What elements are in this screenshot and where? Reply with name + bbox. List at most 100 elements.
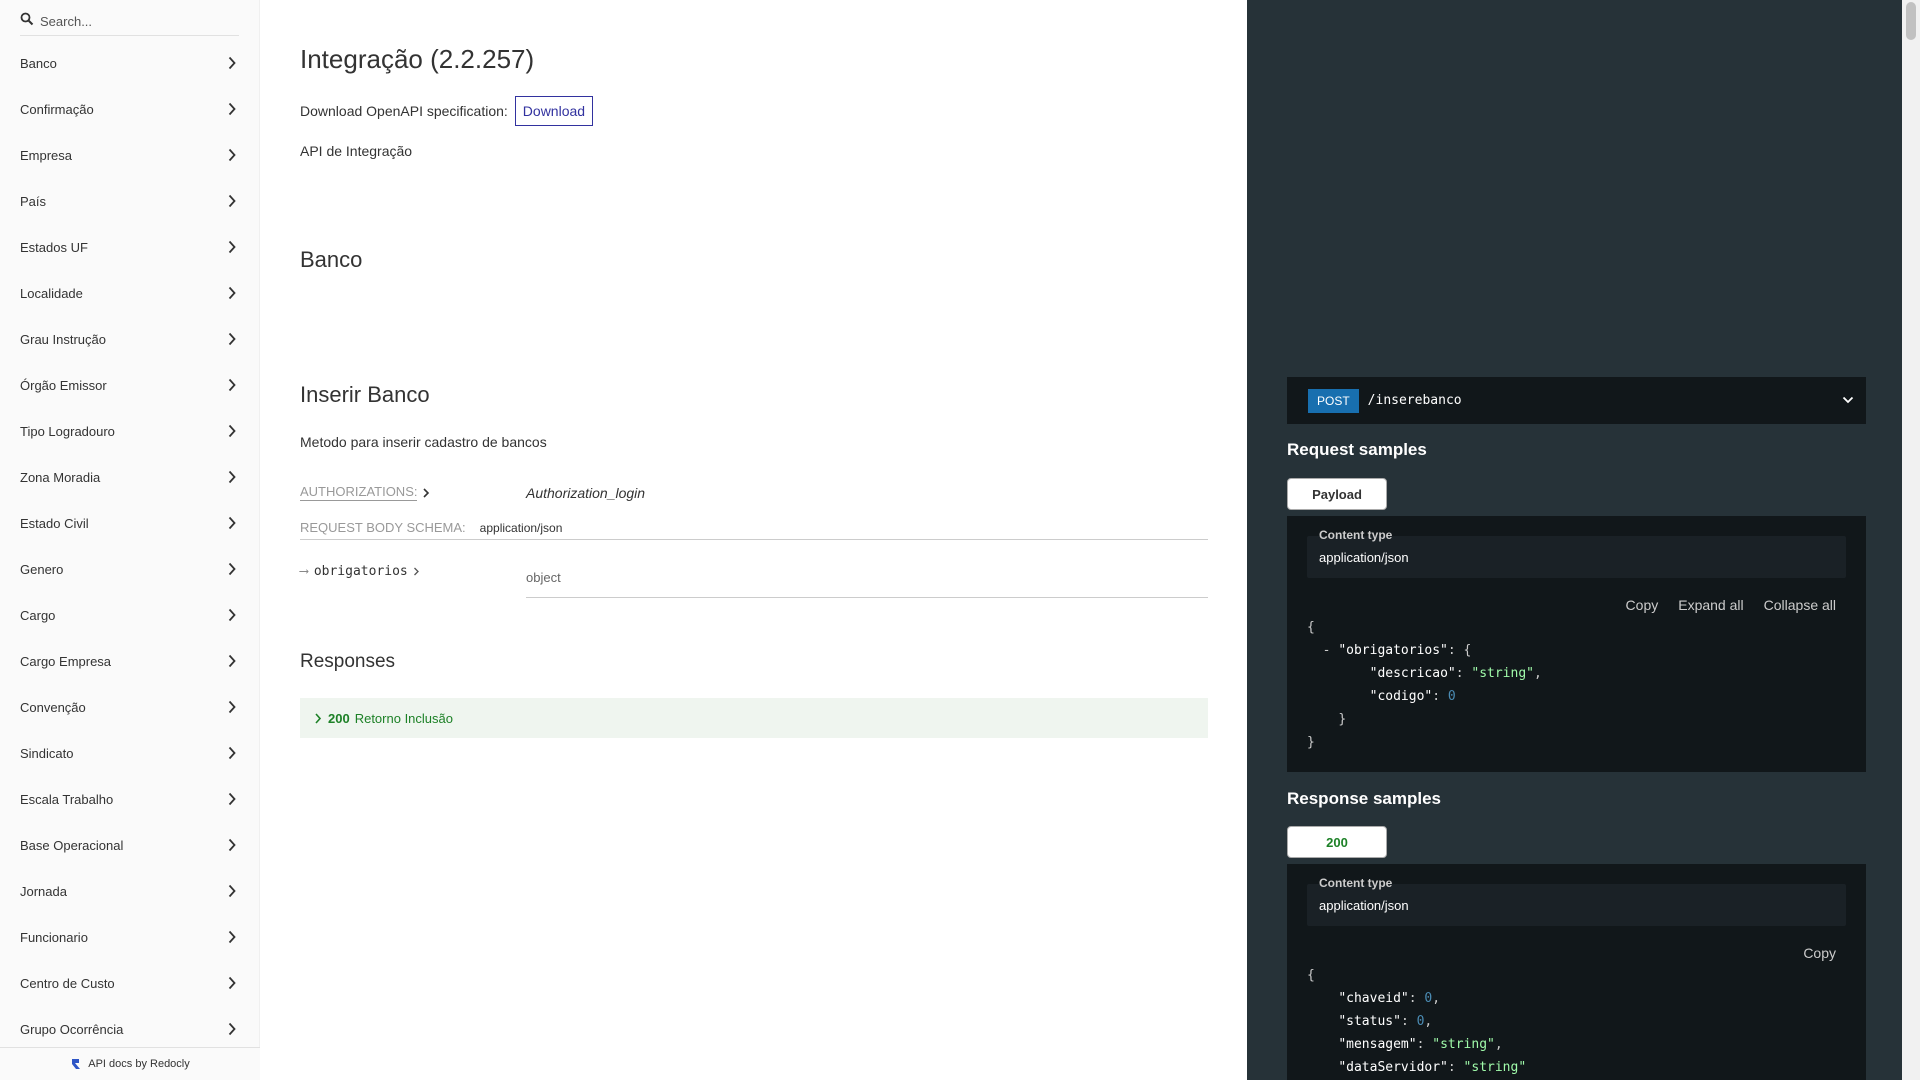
sidebar-item[interactable]: Convenção [0,684,259,730]
copy-button[interactable]: Copy [1626,597,1659,613]
redocly-footer-label: API docs by Redocly [88,1058,190,1070]
sidebar-item[interactable]: País [0,178,259,224]
chevron-right-icon [228,148,236,162]
request-body-schema-row: REQUEST BODY SCHEMA: application/json [300,520,1208,540]
sidebar-item-label: Cargo [20,607,56,623]
chevron-right-icon [228,378,236,392]
sidebar-item[interactable]: Funcionario [0,914,259,960]
sidebar-item[interactable]: Estados UF [0,224,259,270]
response-json: { "chaveid": 0, "status": 0, "mensagem":… [1307,968,1527,1075]
property-obrigatorios[interactable]: ⟶ obrigatorios [300,564,420,579]
property-type-label: object [526,570,561,585]
sidebar-item-label: Centro de Custo [20,975,115,991]
property-row: ⟶ obrigatorios object [300,562,1208,598]
chevron-right-icon [228,746,236,760]
sidebar-item-label: Confirmação [20,101,94,117]
response-code: 200 [328,710,350,726]
chevron-right-icon [228,930,236,944]
page-title: Integração (2.2.257) [300,44,535,74]
operation-description: Metodo para inserir cadastro de bancos [300,434,547,450]
sidebar-item-label: Escala Trabalho [20,791,114,807]
chevron-right-icon [228,470,236,484]
expand-all-button[interactable]: Expand all [1678,597,1743,613]
content-type-value: application/json [1319,898,1409,913]
chevron-right-icon [228,102,236,116]
sidebar-item-label: Funcionario [20,929,88,945]
operation-title: Inserir Banco [300,382,430,407]
section-title-banco: Banco [300,247,363,272]
authorizations-label: AUTHORIZATIONS: [300,484,418,501]
sidebar-item-label: Estado Civil [20,515,89,531]
endpoint-header[interactable]: POST /inserebanco [1287,377,1866,424]
response-sample-box: Content type application/json Copy { "ch… [1287,864,1866,1080]
schema-label: REQUEST BODY SCHEMA: [300,520,466,535]
sidebar-nav: Banco Confirmação Empresa País Estados UF Loc… [0,40,259,1052]
chevron-right-icon [228,976,236,990]
chevron-right-icon [228,654,236,668]
chevron-right-icon [228,608,236,622]
sidebar-item-label: Jornada [20,883,67,899]
scrollbar-thumb[interactable] [1906,2,1916,40]
search-input[interactable] [20,8,239,34]
http-method-badge: POST [1308,388,1359,413]
sidebar-item[interactable]: Tipo Logradouro [0,408,259,454]
sidebar-item[interactable]: Confirmação [0,86,259,132]
chevron-right-icon [228,792,236,806]
chevron-right-icon [228,240,236,254]
search-icon [20,12,34,26]
sidebar-item[interactable]: Cargo [0,592,259,638]
sidebar-item[interactable]: Zona Moradia [0,454,259,500]
tab-payload[interactable]: Payload [1287,478,1387,510]
sidebar-item[interactable]: Escala Trabalho [0,776,259,822]
api-description: API de Integração [300,143,413,159]
sidebar-item-label: Sindicato [20,745,74,761]
main-content [260,0,1247,1080]
sidebar-item-label: Grau Instrução [20,331,106,347]
chevron-right-icon [228,1022,236,1036]
response-200-row[interactable]: 200 Retorno Inclusão [300,698,1208,738]
chevron-right-icon [413,567,419,576]
request-content-type-field[interactable]: Content type application/json [1307,528,1846,578]
tree-branch-icon: ⟶ [300,564,308,579]
sidebar-item[interactable]: Genero [0,546,259,592]
sidebar-item[interactable]: Grupo Ocorrência [0,1006,259,1052]
download-button[interactable]: Download [514,96,594,126]
sidebar-item-label: Genero [20,561,64,577]
sidebar-item[interactable]: Empresa [0,132,259,178]
sidebar-item-label: Base Operacional [20,837,124,853]
chevron-right-icon [228,332,236,346]
redocly-logo-icon [72,1059,81,1069]
download-row: Download OpenAPI specification: Download [300,96,594,126]
sidebar-item-label: Tipo Logradouro [20,423,115,439]
scrollbar[interactable] [1902,0,1920,1080]
sidebar-item[interactable]: Estado Civil [0,500,259,546]
tab-response-200[interactable]: 200 [1287,826,1387,858]
property-name: obrigatorios [313,564,408,579]
sidebar-item[interactable]: Órgão Emissor [0,362,259,408]
sidebar-item[interactable]: Base Operacional [0,822,259,868]
sidebar-item[interactable]: Localidade [0,270,259,316]
sidebar-item[interactable]: Jornada [0,868,259,914]
sidebar-item[interactable]: Cargo Empresa [0,638,259,684]
chevron-right-icon [228,838,236,852]
sidebar-item-label: Localidade [20,285,83,301]
response-sample-tools: Copy [1783,945,1836,961]
authorizations-row: AUTHORIZATIONS: Authorization_login [300,484,1208,501]
sidebar-item[interactable]: Centro de Custo [0,960,259,1006]
sidebar-item-label: Banco [20,55,57,71]
chevron-right-icon [228,516,236,530]
chevron-right-icon [228,194,236,208]
authorizations-toggle[interactable]: AUTHORIZATIONS: [300,484,526,501]
chevron-right-icon [228,700,236,714]
response-content-type-field[interactable]: Content type application/json [1307,876,1846,926]
sidebar-item[interactable]: Sindicato [0,730,259,776]
sidebar-item[interactable]: Banco [0,40,259,86]
collapse-toggle[interactable]: - [1323,643,1331,658]
property-type: object [526,566,1208,598]
sidebar-item[interactable]: Grau Instrução [0,316,259,362]
redocly-footer[interactable]: API docs by Redocly [0,1047,260,1080]
chevron-right-icon [228,286,236,300]
request-json: { - "obrigatorios": { "descricao": "stri… [1307,620,1542,750]
copy-button[interactable]: Copy [1803,945,1836,961]
collapse-all-button[interactable]: Collapse all [1764,597,1836,613]
